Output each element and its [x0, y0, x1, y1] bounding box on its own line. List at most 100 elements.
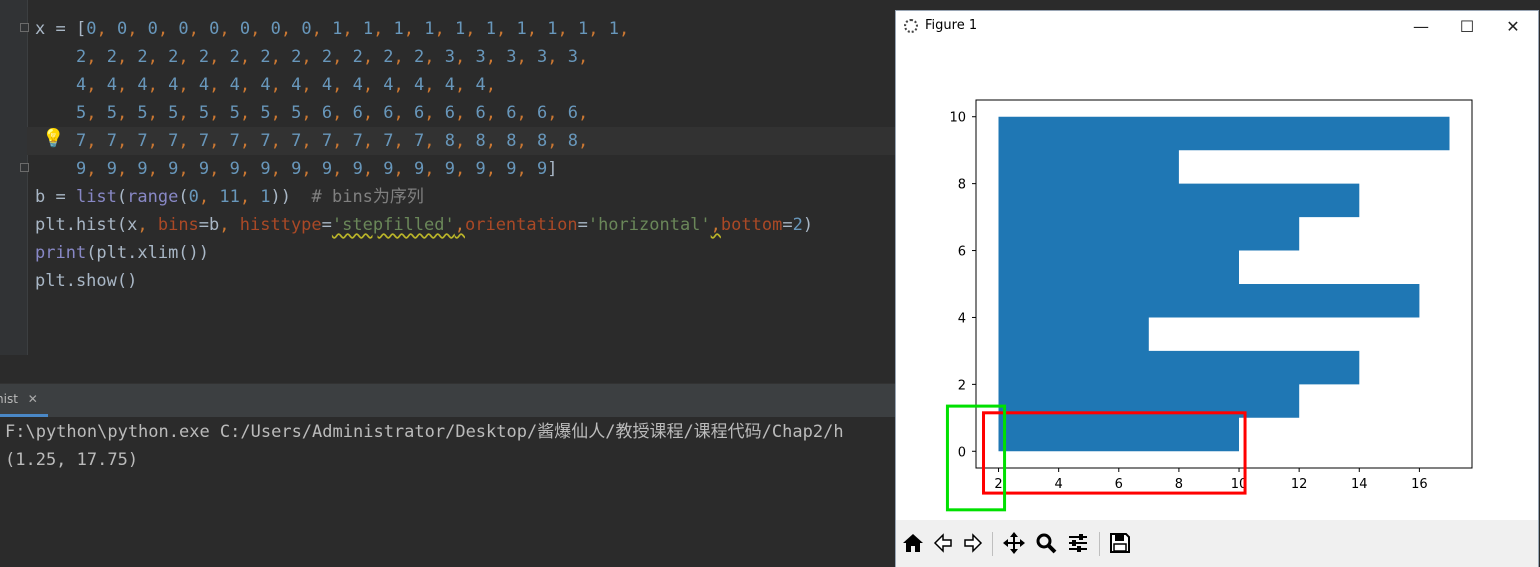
- code-token: ,: [270, 47, 292, 67]
- code-token: 7: [383, 131, 394, 151]
- code-token: 7: [229, 131, 240, 151]
- code-line[interactable]: print(plt.xlim()): [35, 239, 209, 267]
- code-token: ,: [424, 159, 445, 179]
- code-token: ,: [301, 47, 322, 67]
- code-token: 1: [260, 187, 271, 207]
- code-token: ,: [465, 19, 486, 39]
- code-line[interactable]: 4, 4, 4, 4, 4, 4, 4, 4, 4, 4, 4, 4, 4, 4…: [35, 71, 496, 99]
- fold-marker-open[interactable]: [20, 23, 29, 32]
- code-token: plt.show(): [35, 271, 138, 291]
- code-token: ,: [342, 19, 363, 39]
- code-token: ,: [332, 47, 353, 67]
- code-token: ,: [198, 187, 220, 207]
- code-token: 2: [75, 47, 87, 67]
- code-line[interactable]: 9, 9, 9, 9, 9, 9, 9, 9, 9, 9, 9, 9, 9, 9…: [35, 155, 558, 183]
- code-token: 4: [291, 75, 302, 95]
- back-icon[interactable]: [929, 529, 957, 557]
- code-token: orientation: [464, 215, 578, 235]
- code-line[interactable]: 2, 2, 2, 2, 2, 2, 2, 2, 2, 2, 2, 2, 3, 3…: [35, 43, 588, 71]
- pan-icon[interactable]: [1000, 529, 1028, 557]
- code-token: ,: [116, 75, 138, 95]
- window-titlebar[interactable]: Figure 1 — ☐ ✕: [896, 11, 1538, 43]
- code-token: ,: [178, 131, 199, 151]
- code-token: ,: [301, 131, 322, 151]
- window-title: Figure 1: [925, 18, 978, 33]
- save-icon[interactable]: [1106, 529, 1134, 557]
- close-button[interactable]: ✕: [1490, 11, 1536, 43]
- code-token: 9: [536, 159, 548, 179]
- code-token: =: [782, 215, 793, 235]
- code-token: =: [577, 215, 588, 235]
- code-token: ,: [86, 75, 107, 95]
- histogram-plot[interactable]: 2 4 6 8 10 12 14 160246810: [896, 43, 1538, 520]
- zoom-icon[interactable]: [1032, 529, 1060, 557]
- code-token: 9: [137, 159, 148, 179]
- code-token: ,: [485, 47, 507, 67]
- code-token: ,: [86, 103, 107, 123]
- code-line[interactable]: 7, 7, 7, 7, 7, 7, 7, 7, 7, 7, 7, 7, 8, 8…: [27, 127, 895, 155]
- code-token: ,: [424, 47, 445, 67]
- x-tick-label: 2: [994, 477, 1002, 492]
- code-token: ,: [250, 19, 271, 39]
- code-token: 9: [444, 159, 456, 179]
- code-token: 1: [577, 19, 589, 39]
- code-token: 0: [147, 19, 158, 39]
- code-token: 5: [137, 103, 148, 123]
- code-line[interactable]: plt.hist(x, bins=b, histtype='stepfilled…: [35, 211, 813, 239]
- code-token: 9: [198, 159, 210, 179]
- code-token: ,: [301, 159, 322, 179]
- code-token: 1: [608, 19, 619, 39]
- code-token: ,: [577, 131, 589, 151]
- code-token: ,: [362, 103, 384, 123]
- minimize-button[interactable]: —: [1398, 11, 1444, 43]
- code-token: 0: [209, 19, 220, 39]
- code-token: 4: [444, 75, 456, 95]
- code-token: list: [75, 187, 117, 207]
- code-token: 1: [332, 19, 343, 39]
- code-line[interactable]: 5, 5, 5, 5, 5, 5, 5, 5, 6, 6, 6, 6, 6, 6…: [35, 99, 588, 127]
- code-token: ,: [403, 19, 425, 39]
- maximize-button[interactable]: ☐: [1444, 11, 1490, 43]
- code-token: 2: [168, 47, 179, 67]
- code-token: ,: [239, 47, 261, 67]
- run-tab-hist[interactable]: hist ✕: [0, 384, 48, 417]
- code-token: ,: [485, 131, 507, 151]
- run-tab-label: hist: [0, 392, 18, 406]
- code-token: ,: [270, 159, 292, 179]
- code-token: print: [35, 243, 87, 263]
- close-icon[interactable]: ✕: [28, 392, 38, 406]
- code-token: 0: [270, 19, 281, 39]
- code-token: 9: [106, 159, 117, 179]
- fold-marker-close[interactable]: [20, 163, 29, 172]
- code-token: ,: [455, 47, 476, 67]
- code-token: 9: [291, 159, 302, 179]
- code-token: 5: [229, 103, 240, 123]
- code-line[interactable]: b = list(range(0, 11, 1)) # bins为序列: [35, 183, 424, 211]
- home-icon[interactable]: [899, 529, 927, 557]
- forward-icon[interactable]: [959, 529, 987, 557]
- code-token: ,: [209, 47, 230, 67]
- code-token: 3: [444, 47, 456, 67]
- code-token: ,: [434, 19, 456, 39]
- run-console[interactable]: F:\python\python.exe C:/Users/Administra…: [0, 417, 895, 567]
- x-tick-label: 14: [1351, 477, 1368, 492]
- code-token: ,: [96, 19, 117, 39]
- code-token: 9: [168, 159, 179, 179]
- code-token: ,: [577, 103, 589, 123]
- code-editor[interactable]: x = [0, 0, 0, 0, 0, 0, 0, 0, 1, 1, 1, 1,…: [0, 0, 895, 355]
- configure-icon[interactable]: [1064, 529, 1092, 557]
- code-token: 9: [321, 159, 333, 179]
- code-token: ,: [516, 103, 537, 123]
- code-token: ]: [547, 159, 558, 179]
- code-line[interactable]: plt.show(): [35, 267, 137, 295]
- code-token: ,: [362, 47, 384, 67]
- code-line[interactable]: x = [0, 0, 0, 0, 0, 0, 0, 0, 1, 1, 1, 1,…: [35, 15, 629, 43]
- code-token: 4: [475, 75, 486, 95]
- code-token: 7: [198, 131, 210, 151]
- code-token: 2: [260, 47, 271, 67]
- code-token: 2: [198, 47, 210, 67]
- code-token: 9: [383, 159, 394, 179]
- lightbulb-icon[interactable]: 💡: [42, 128, 64, 150]
